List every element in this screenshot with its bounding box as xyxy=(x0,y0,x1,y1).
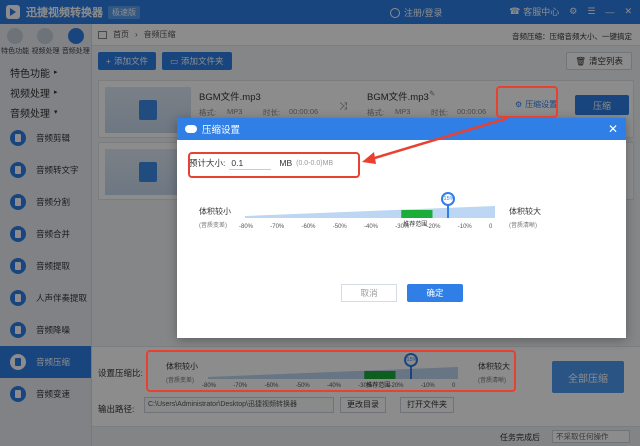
slider-tick-label: -50% xyxy=(332,224,347,230)
slider-tick-label: -80% xyxy=(239,224,254,230)
slider-tick-label: -30% xyxy=(395,224,410,230)
dialog-ratio-slider[interactable]: 体积较小 (音质变差) 体积较大 (音质清晰) 推荐范围 -15% -80% -70… xyxy=(191,192,611,242)
arrow-annotation xyxy=(362,116,509,164)
highlight-slider xyxy=(146,350,516,392)
slider-small-label: 体积较小 xyxy=(199,207,231,216)
slider-tick-label: -10% xyxy=(457,224,472,230)
slider-big-label: 体积较大 xyxy=(509,207,541,216)
slider-big-sub: (音质清晰) xyxy=(509,223,537,229)
dialog-title: 压缩设置 xyxy=(202,125,241,136)
slider-wedge xyxy=(245,206,495,218)
cancel-button[interactable]: 取消 xyxy=(341,284,397,302)
slider-track-graphic xyxy=(245,206,495,218)
cloud-icon xyxy=(185,125,197,133)
slider-track[interactable]: 推荐范围 -15% xyxy=(245,192,495,228)
ok-button[interactable]: 确定 xyxy=(407,284,463,302)
slider-tick-label: -60% xyxy=(301,224,316,230)
slider-small-sub: (音质变差) xyxy=(199,223,227,229)
arrow-head xyxy=(362,152,376,164)
recommended-range xyxy=(401,210,433,218)
highlight-size xyxy=(188,152,360,178)
slider-tick-label: 0 xyxy=(489,224,493,230)
slider-knob[interactable]: -15% xyxy=(441,192,456,206)
slider-tick-label: -40% xyxy=(364,224,379,230)
dialog-close-icon[interactable]: ✕ xyxy=(608,122,618,136)
slider-tick-label: -20% xyxy=(426,224,441,230)
slider-tick-label: -70% xyxy=(270,224,285,230)
arrow-line xyxy=(367,116,509,162)
